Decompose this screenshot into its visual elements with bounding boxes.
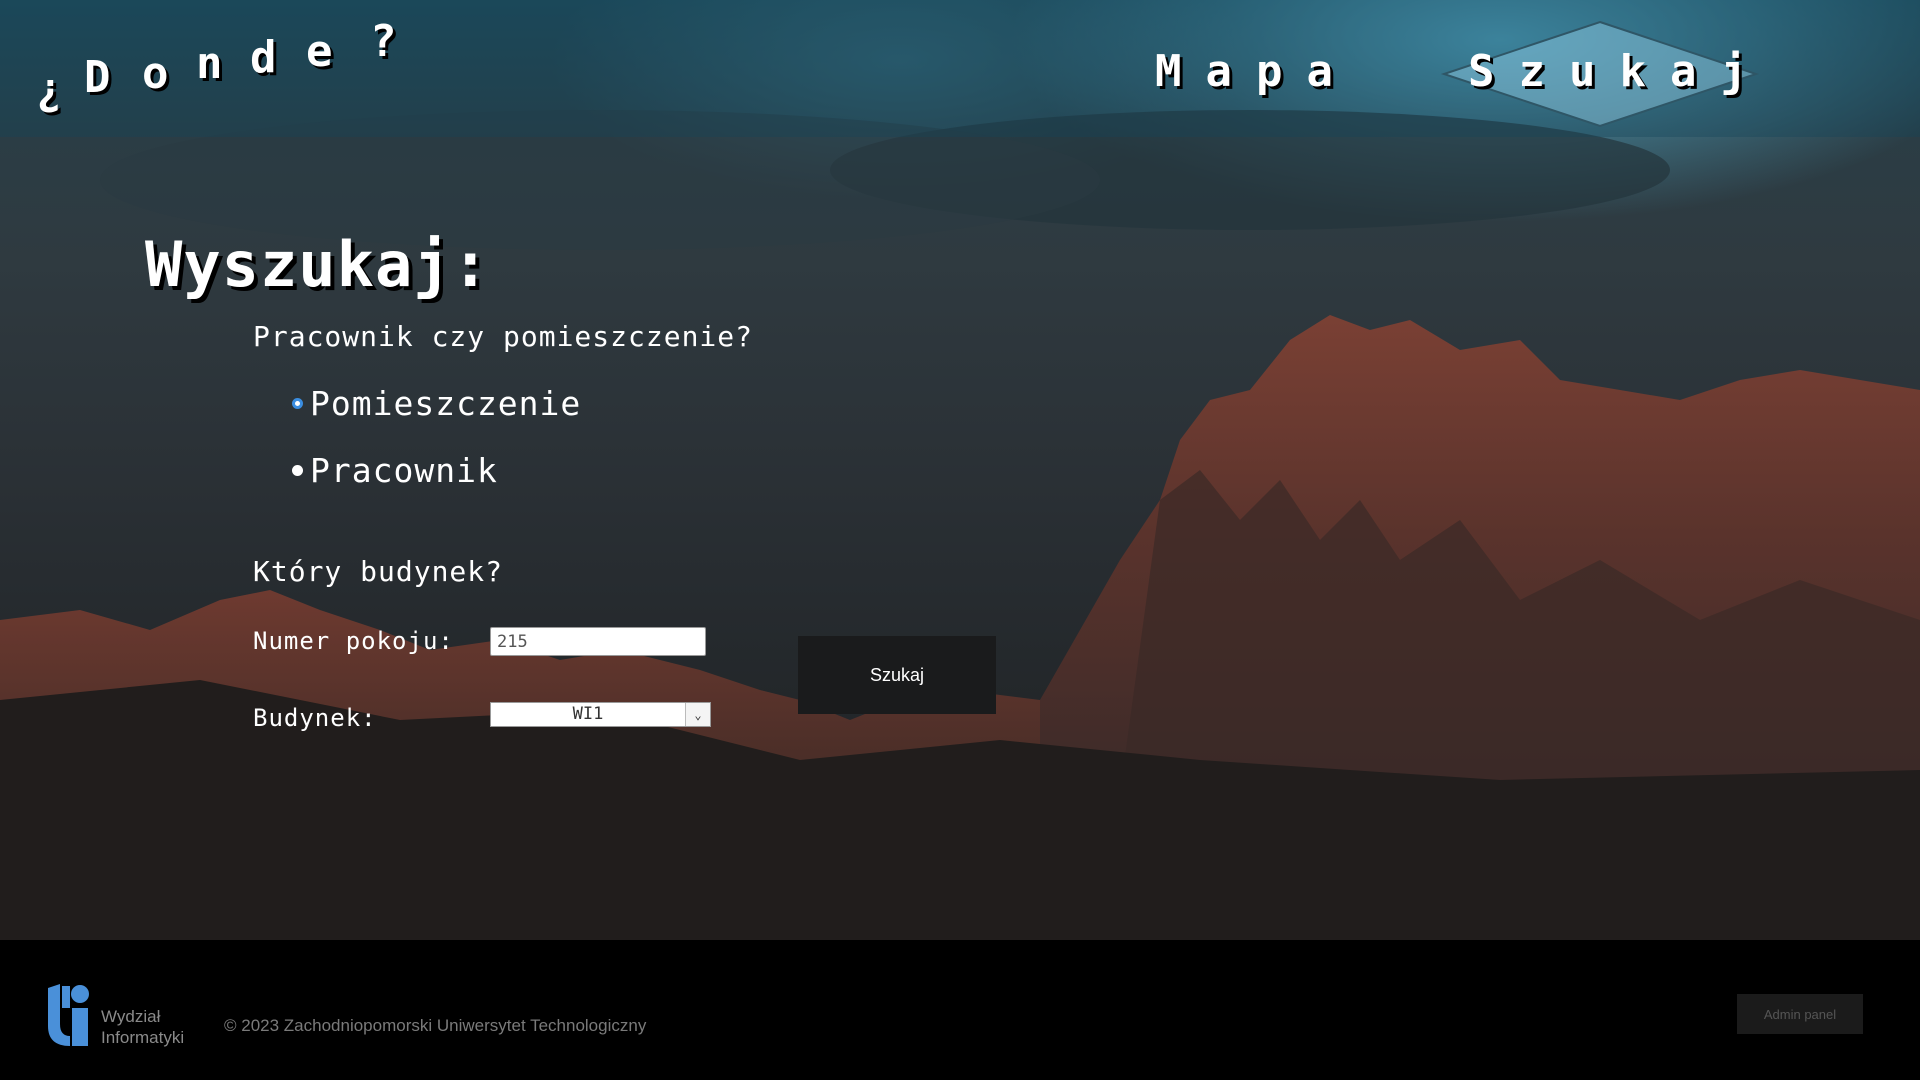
radio-option-pomieszczenie[interactable]: Pomieszczenie: [292, 384, 581, 423]
building-select-value: WI1: [572, 704, 604, 724]
faculty-logo-text: Wydział Informatyki: [101, 1006, 184, 1048]
copyright-text: © 2023 Zachodniopomorski Uniwersytet Tec…: [224, 1016, 647, 1035]
building-label: Budynek:: [253, 704, 377, 732]
radio-button-unchecked[interactable]: [292, 465, 303, 476]
room-number-label: Numer pokoju:: [253, 627, 454, 655]
faculty-logo-icon: [48, 984, 89, 1046]
nav-link-szukaj-label: Szukaj: [1468, 46, 1771, 97]
type-question: Pracownik czy pomieszczenie?: [253, 320, 754, 353]
background-image: [0, 0, 1920, 940]
search-button[interactable]: Szukaj: [798, 636, 996, 714]
radio-label: Pracownik: [310, 451, 498, 490]
site-header: ¿ D o n d e ? Mapa Szukaj: [0, 0, 1920, 137]
faculty-logo-line1: Wydział: [101, 1007, 161, 1026]
chevron-down-icon[interactable]: ⌄: [685, 703, 710, 726]
radio-option-pracownik[interactable]: Pracownik: [292, 451, 498, 490]
site-logo[interactable]: ¿ D o n d e ?: [36, 16, 436, 122]
mountain-illustration: [0, 110, 1920, 940]
radio-button-checked[interactable]: [292, 398, 303, 409]
building-question: Który budynek?: [253, 555, 504, 588]
faculty-logo-line2: Informatyki: [101, 1028, 185, 1047]
site-footer: Wydział Informatyki © 2023 Zachodniopomo…: [0, 940, 1920, 1080]
radio-label: Pomieszczenie: [310, 384, 582, 423]
nav-link-mapa[interactable]: Mapa: [1155, 46, 1357, 97]
nav-link-szukaj[interactable]: Szukaj: [1440, 20, 1760, 128]
page-title: Wyszukaj:: [145, 228, 490, 301]
admin-panel-button[interactable]: Admin panel: [1737, 994, 1863, 1034]
room-number-input[interactable]: [490, 627, 706, 656]
building-select[interactable]: WI1 ⌄: [490, 702, 711, 727]
